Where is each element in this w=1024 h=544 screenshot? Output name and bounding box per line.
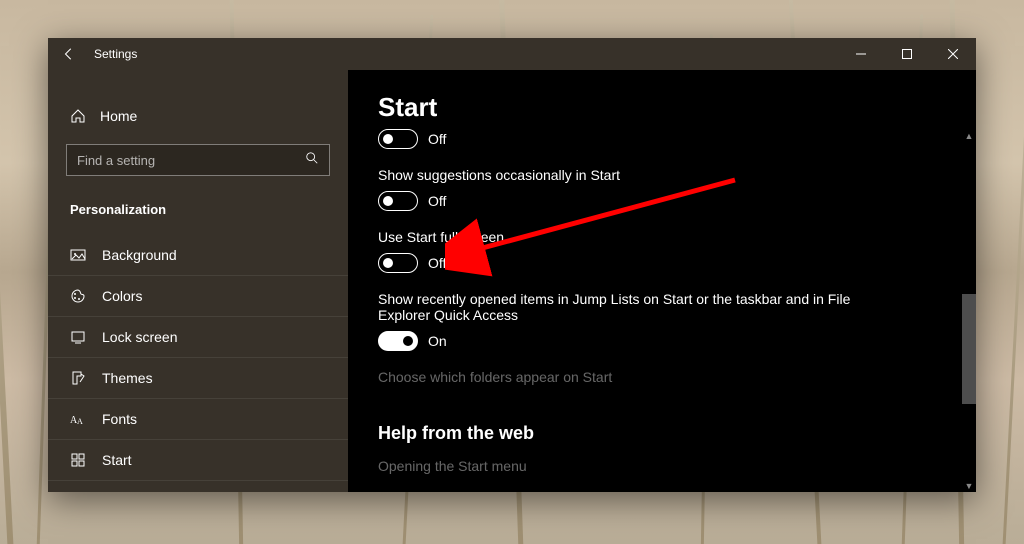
start-icon	[70, 452, 86, 468]
toggle-switch[interactable]	[378, 331, 418, 351]
toggle-switch[interactable]	[378, 129, 418, 149]
minimize-icon	[856, 49, 866, 59]
sidebar-item-background[interactable]: Background	[48, 235, 348, 276]
svg-text:A: A	[77, 417, 83, 426]
maximize-button[interactable]	[884, 38, 930, 70]
sidebar-item-themes[interactable]: Themes	[48, 358, 348, 399]
toggle-state: On	[428, 333, 447, 349]
toggle-state: Off	[428, 131, 446, 147]
maximize-icon	[902, 49, 912, 59]
toggle-row-partial: Off	[378, 129, 936, 149]
toggle-jumplists[interactable]: On	[378, 331, 936, 351]
scroll-down-icon[interactable]: ▼	[962, 479, 976, 492]
sidebar-item-lockscreen[interactable]: Lock screen	[48, 317, 348, 358]
back-button[interactable]	[48, 38, 90, 70]
home-label: Home	[100, 108, 137, 124]
main-panel: Start Off Show suggestions occasionally …	[348, 70, 976, 492]
toggle-fullscreen[interactable]: Off	[378, 253, 936, 273]
toggle-label: Show recently opened items in Jump Lists…	[378, 291, 868, 323]
close-button[interactable]	[930, 38, 976, 70]
toggle-suggestions[interactable]: Off	[378, 191, 936, 211]
toggle-switch[interactable]	[378, 253, 418, 273]
sidebar-item-colors[interactable]: Colors	[48, 276, 348, 317]
settings-window: Settings Home	[48, 38, 976, 492]
home-icon	[70, 108, 86, 124]
section-header: Personalization	[48, 194, 348, 235]
sidebar-item-label: Background	[102, 247, 177, 263]
sidebar-item-start[interactable]: Start	[48, 440, 348, 481]
help-header: Help from the web	[378, 423, 936, 444]
toggle-partial[interactable]: Off	[378, 129, 936, 149]
sidebar-item-label: Lock screen	[102, 329, 177, 345]
themes-icon	[70, 370, 86, 386]
vertical-scrollbar[interactable]: ▲ ▼	[962, 129, 976, 492]
search-icon	[305, 151, 319, 170]
lockscreen-icon	[70, 329, 86, 345]
toggle-label: Use Start full screen	[378, 229, 868, 245]
image-icon	[70, 247, 86, 263]
palette-icon	[70, 288, 86, 304]
help-link[interactable]: Opening the Start menu	[378, 458, 936, 474]
sidebar-item-label: Themes	[102, 370, 153, 386]
sidebar-item-label: Colors	[102, 288, 142, 304]
minimize-button[interactable]	[838, 38, 884, 70]
toggle-label: Show suggestions occasionally in Start	[378, 167, 868, 183]
home-link[interactable]: Home	[48, 98, 348, 134]
choose-folders-link[interactable]: Choose which folders appear on Start	[378, 369, 936, 385]
arrow-left-icon	[62, 47, 76, 61]
scroll-up-icon[interactable]: ▲	[962, 129, 976, 143]
scroll-track[interactable]	[962, 143, 976, 479]
sidebar-item-label: Fonts	[102, 411, 137, 427]
toggle-state: Off	[428, 255, 446, 271]
close-icon	[948, 49, 958, 59]
scroll-thumb[interactable]	[962, 294, 976, 404]
search-input[interactable]	[77, 153, 295, 168]
sidebar: Home Personalization Background Colors	[48, 70, 348, 492]
search-box[interactable]	[66, 144, 330, 176]
toggle-switch[interactable]	[378, 191, 418, 211]
toggle-state: Off	[428, 193, 446, 209]
titlebar: Settings	[48, 38, 976, 70]
sidebar-item-label: Start	[102, 452, 132, 468]
window-title: Settings	[94, 47, 137, 61]
fonts-icon: AA	[70, 411, 86, 427]
page-title: Start	[378, 92, 976, 123]
sidebar-item-fonts[interactable]: AA Fonts	[48, 399, 348, 440]
